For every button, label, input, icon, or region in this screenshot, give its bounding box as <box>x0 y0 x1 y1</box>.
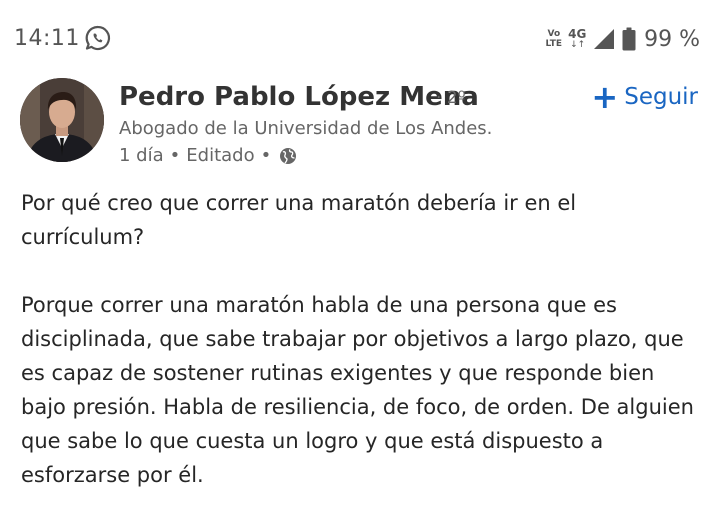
post-body: Por qué creo que correr una maratón debe… <box>21 186 701 526</box>
globe-icon <box>280 147 297 164</box>
post-time: 1 día <box>119 145 164 166</box>
post-paragraph: Por qué creo que correr una maratón debe… <box>21 191 577 249</box>
status-time: 14:11 <box>14 26 80 51</box>
plus-icon: + <box>591 78 619 116</box>
data-arrows-icon: ↓↑ <box>570 40 586 50</box>
network-type-indicator: 4G ↓↑ <box>568 26 590 52</box>
network-type-label: 4G <box>568 27 587 41</box>
post-header: Pedro Pablo López Mena · 2º Abogado de l… <box>0 74 720 174</box>
status-indicators: Vo LTE 4G ↓↑ 99 % <box>546 24 700 54</box>
whatsapp-icon <box>85 25 111 51</box>
meta-separator: • <box>260 145 272 166</box>
follow-button[interactable]: + Seguir <box>591 78 698 116</box>
edited-label: Editado <box>186 145 255 166</box>
battery-icon <box>622 27 636 51</box>
connection-degree: · 2º <box>436 88 466 108</box>
signal-icon <box>594 29 615 49</box>
post-meta: 1 día • Editado • <box>119 145 297 166</box>
author-headline: Abogado de la Universidad de Los Andes. <box>119 118 493 139</box>
avatar[interactable] <box>20 78 104 162</box>
author-name[interactable]: Pedro Pablo López Mena <box>119 82 479 112</box>
avatar-photo <box>20 78 104 162</box>
meta-separator: • <box>169 145 181 166</box>
follow-label: Seguir <box>624 84 698 110</box>
volte-indicator: Vo LTE <box>545 29 563 49</box>
battery-percent: 99 % <box>644 26 700 52</box>
status-bar: 14:11 Vo LTE 4G ↓↑ 99 % <box>0 0 720 80</box>
post-paragraph: Porque correr una maratón habla de una p… <box>21 293 694 487</box>
